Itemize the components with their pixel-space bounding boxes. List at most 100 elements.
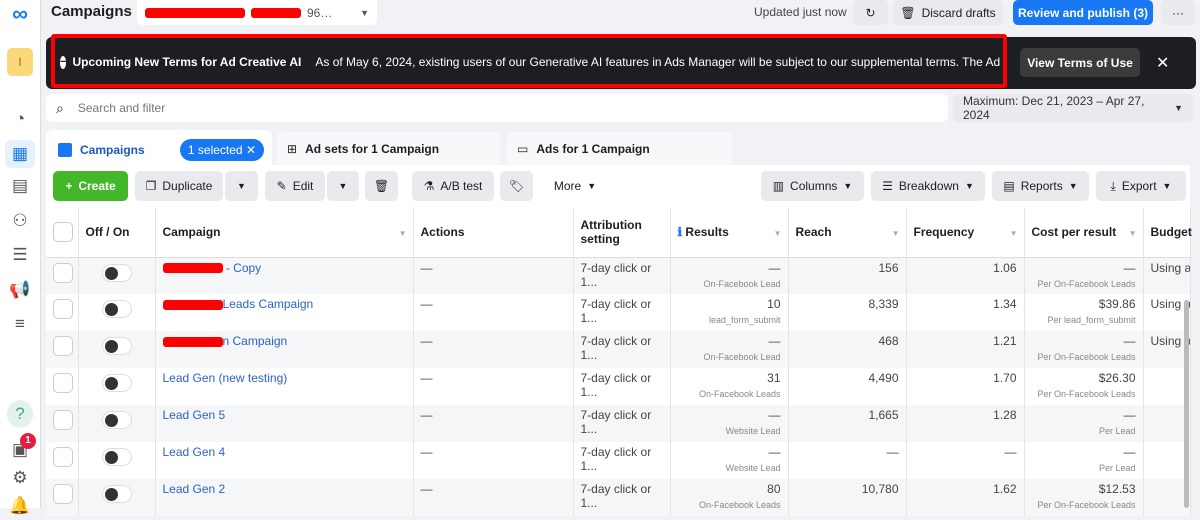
help-icon[interactable]: ? xyxy=(7,400,33,428)
meta-logo-icon[interactable]: ∞ xyxy=(5,0,35,28)
campaign-toggle[interactable] xyxy=(101,374,132,392)
col-budget[interactable]: Budget xyxy=(1143,208,1192,258)
cost-type: Per On-Facebook Leads xyxy=(1037,352,1136,362)
campaign-link[interactable]: Leads Campaign xyxy=(223,297,314,311)
col-attribution[interactable]: Attribution setting xyxy=(573,208,671,258)
table-row[interactable]: Lead Gen 5 — 7-day click or 1... — Websit… xyxy=(46,405,1191,442)
row-checkbox[interactable] xyxy=(53,484,73,504)
sort-icon[interactable]: ▼ xyxy=(1010,229,1018,238)
edit-label: Edit xyxy=(292,179,314,193)
table-row[interactable]: Lead Gen (new testing) — 7-day click or … xyxy=(46,368,1191,405)
settings-icon[interactable]: ⚙ xyxy=(5,464,35,492)
cost-type: Per On-Facebook Leads xyxy=(1037,500,1136,510)
menu-icon[interactable]: ≡ xyxy=(5,310,35,338)
campaign-toggle[interactable] xyxy=(101,300,132,318)
info-icon[interactable]: ℹ xyxy=(678,225,683,239)
pages-icon[interactable]: ▤ xyxy=(5,172,35,200)
billing-icon[interactable]: ☰ xyxy=(5,241,35,269)
search-input[interactable]: ⌕ Search and filter xyxy=(46,94,948,122)
select-all-checkbox[interactable] xyxy=(53,222,73,243)
results-value: 80 xyxy=(767,482,781,496)
campaign-link[interactable]: Lead Gen 5 xyxy=(163,408,226,422)
campaign-toggle[interactable] xyxy=(101,448,132,466)
tab-ad-sets[interactable]: ⊞ Ad sets for 1 Campaign xyxy=(277,132,500,165)
sort-icon[interactable]: ▼ xyxy=(399,229,407,238)
campaign-toggle[interactable] xyxy=(101,485,132,503)
table-row[interactable]: Lead Gen 2 — 7-day click or 1... 80 On-Fa… xyxy=(46,479,1191,516)
duplicate-dropdown[interactable]: ▼ xyxy=(225,171,258,201)
row-checkbox[interactable] xyxy=(53,447,73,467)
campaign-link[interactable]: n Campaign xyxy=(223,334,288,348)
edit-button[interactable]: ✎ Edit xyxy=(265,171,325,201)
campaign-link[interactable]: - Copy xyxy=(223,261,261,275)
breakdown-button[interactable]: ☰ Breakdown ▼ xyxy=(871,171,985,201)
discard-drafts-button[interactable]: 🗑 Discard drafts xyxy=(893,0,1003,25)
campaigns-table-icon[interactable]: ▦ xyxy=(5,140,35,168)
row-select-cell xyxy=(46,368,79,405)
export-button[interactable]: ⤓ Export ▼ xyxy=(1096,171,1186,201)
review-publish-button[interactable]: Review and publish (3) xyxy=(1013,0,1153,25)
more-options-button[interactable]: ··· xyxy=(1161,0,1195,25)
toggle-cell xyxy=(78,257,156,294)
close-icon[interactable]: ✕ xyxy=(1156,53,1169,73)
view-terms-button[interactable]: View Terms of Use xyxy=(1020,48,1140,77)
breakdown-label: Breakdown xyxy=(898,179,959,193)
audiences-icon[interactable]: ⚇ xyxy=(5,207,35,235)
results-cell: — On-Facebook Lead xyxy=(670,257,789,294)
tag-button[interactable]: 🏷 xyxy=(500,171,533,201)
campaign-toggle[interactable] xyxy=(101,263,132,282)
row-checkbox[interactable] xyxy=(53,262,73,283)
results-type: Website Lead xyxy=(725,463,781,473)
table-row[interactable]: n Campaign — 7-day click or 1... — On-Fac… xyxy=(46,331,1191,368)
col-results[interactable]: ℹ Results ▼ xyxy=(670,208,789,258)
trash-icon: 🗑 xyxy=(900,5,916,20)
banner-content: − Upcoming New Terms for Ad Creative AI … xyxy=(60,55,1000,69)
tab-campaigns[interactable]: Campaigns 1 selected ✕ xyxy=(46,130,272,170)
col-cost-per-result[interactable]: Cost per result ▼ xyxy=(1024,208,1144,258)
columns-button[interactable]: ▥ Columns ▼ xyxy=(761,171,864,201)
dashboard-icon[interactable]: ◔ xyxy=(5,105,35,133)
table-row[interactable]: - Copy — 7-day click or 1... — On-Faceboo… xyxy=(46,257,1191,294)
campaign-link[interactable]: Lead Gen (new testing) xyxy=(163,371,288,385)
reach-cell: 468 xyxy=(788,331,907,368)
col-reach[interactable]: Reach ▼ xyxy=(788,208,907,258)
bell-icon[interactable]: 🔔 xyxy=(5,492,35,520)
notification-badge: 1 xyxy=(20,433,36,449)
col-frequency[interactable]: Frequency ▼ xyxy=(906,208,1025,258)
megaphone-icon[interactable]: 📢 xyxy=(5,276,35,304)
sort-icon[interactable]: ▼ xyxy=(892,229,900,238)
table-row[interactable]: Leads Campaign — 7-day click or 1... 10 l… xyxy=(46,294,1191,331)
campaign-link[interactable]: Lead Gen 2 xyxy=(163,482,226,496)
scrollbar[interactable] xyxy=(1184,300,1189,508)
campaign-toggle[interactable] xyxy=(101,337,132,355)
budget-cell xyxy=(1143,405,1191,442)
sort-icon[interactable]: ▼ xyxy=(774,229,782,238)
campaign-link[interactable]: Lead Gen 4 xyxy=(163,445,226,459)
campaign-toggle[interactable] xyxy=(101,411,132,429)
results-type: On-Facebook Leads xyxy=(698,500,781,510)
create-button[interactable]: + Create xyxy=(53,171,128,201)
duplicate-button[interactable]: ❐ Duplicate xyxy=(135,171,223,201)
account-selector[interactable]: 96… ▼ xyxy=(137,0,377,25)
ab-test-button[interactable]: ⚗ A/B test xyxy=(412,171,494,201)
date-range-picker[interactable]: Maximum: Dec 21, 2023 – Apr 27, 2024 ▼ xyxy=(953,94,1193,122)
row-checkbox[interactable] xyxy=(53,373,73,393)
selected-chip[interactable]: 1 selected ✕ xyxy=(179,139,264,161)
reports-button[interactable]: ▤ Reports ▼ xyxy=(992,171,1089,201)
refresh-button[interactable]: ↻ xyxy=(853,0,888,25)
clear-selection-icon[interactable]: ✕ xyxy=(246,143,256,157)
row-checkbox[interactable] xyxy=(53,410,73,430)
col-off-on[interactable]: Off / On xyxy=(78,208,156,258)
account-avatar[interactable]: I xyxy=(7,48,33,76)
toggle-cell xyxy=(78,405,156,442)
col-campaign[interactable]: Campaign ▼ xyxy=(155,208,414,258)
edit-dropdown[interactable]: ▼ xyxy=(327,171,359,201)
col-actions[interactable]: Actions xyxy=(413,208,574,258)
delete-button[interactable]: 🗑 xyxy=(365,171,398,201)
row-checkbox[interactable] xyxy=(53,336,73,356)
table-row[interactable]: Lead Gen 4 — 7-day click or 1... — Websit… xyxy=(46,442,1191,479)
more-button[interactable]: More ▼ xyxy=(540,171,610,201)
tab-ads[interactable]: ▭ Ads for 1 Campaign xyxy=(507,132,732,165)
sort-icon[interactable]: ▼ xyxy=(1129,229,1137,238)
row-checkbox[interactable] xyxy=(53,299,73,319)
